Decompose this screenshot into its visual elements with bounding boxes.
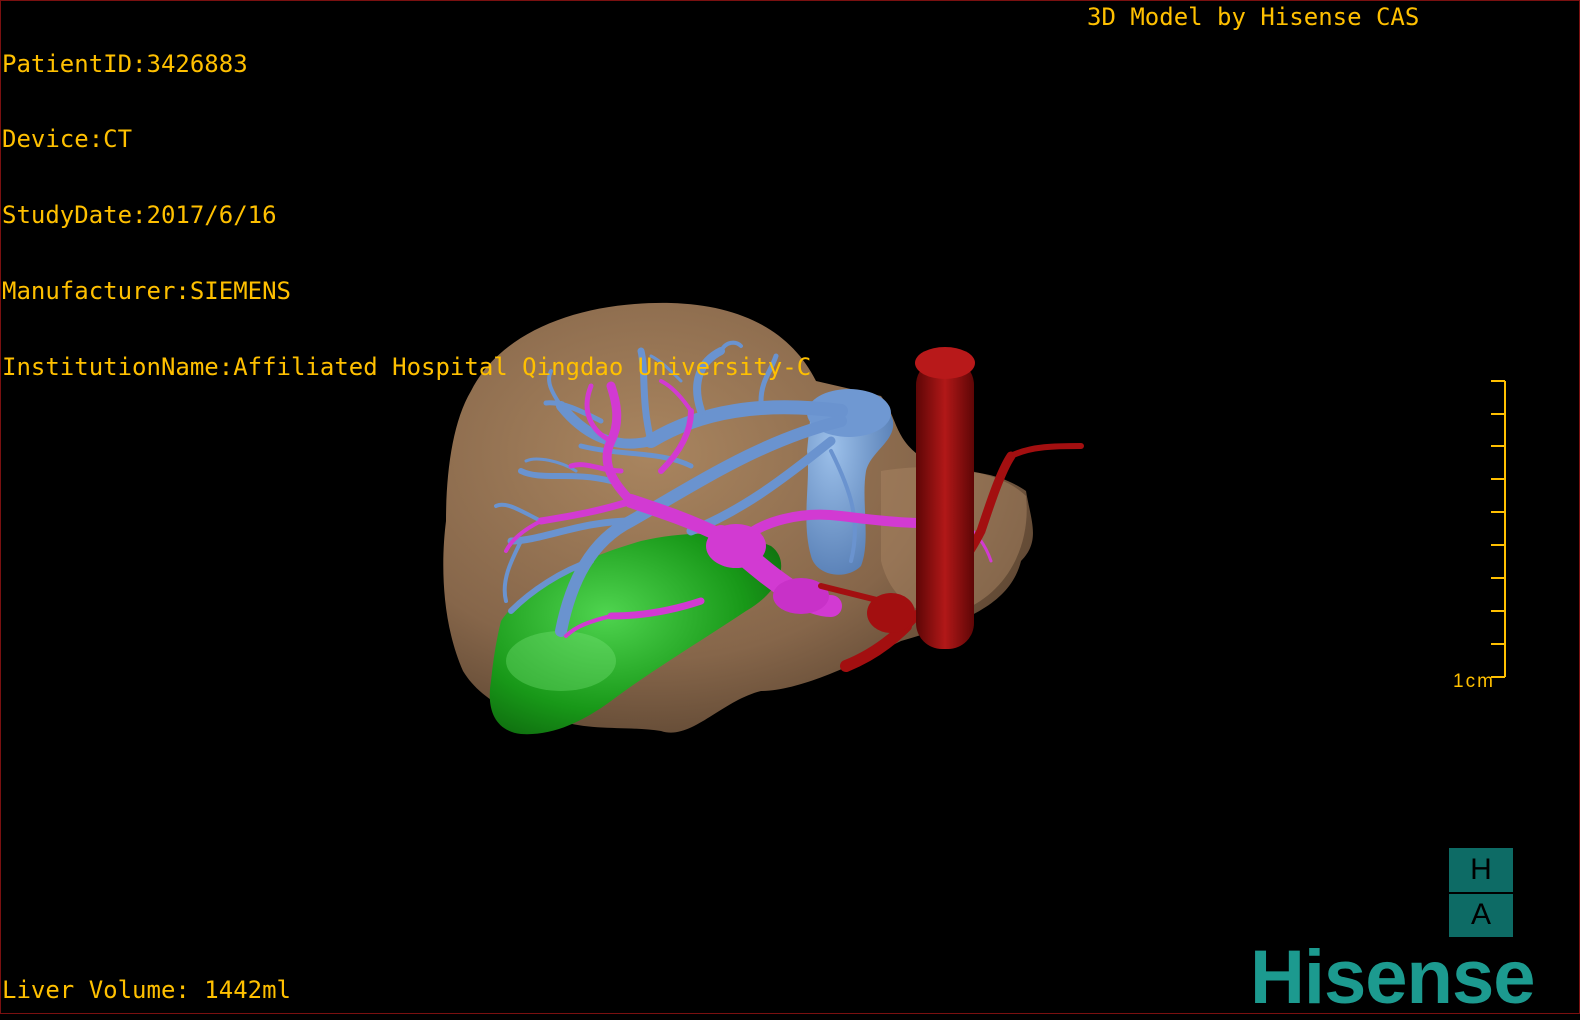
study-date-text: StudyDate:2017/6/16: [2, 201, 277, 230]
aorta-top: [915, 347, 975, 379]
device-text: Device:CT: [2, 125, 133, 154]
aorta-model: [916, 359, 974, 649]
gallbladder-highlight: [506, 631, 616, 691]
ha-logo-icon: H A: [1449, 848, 1513, 937]
portal-confluence: [706, 524, 766, 568]
viewer-window: PatientID:3426883 Device:CT StudyDate:20…: [0, 0, 1580, 1014]
scale-bar-label: 1cm: [1453, 671, 1495, 692]
ha-logo-bottom-letter: A: [1470, 898, 1491, 931]
institution-text: InstitutionName:Affiliated Hospital Qing…: [2, 353, 812, 382]
hisense-logo: Hisense: [1250, 935, 1535, 1014]
liver-volume-text: Liver Volume: 1442ml: [2, 976, 291, 1004]
scale-bar: [1491, 380, 1506, 678]
model-credit-text: 3D Model by Hisense CAS: [1087, 3, 1420, 31]
celiac-node: [867, 593, 915, 633]
dicom-info-overlay: PatientID:3426883 Device:CT StudyDate:20…: [2, 1, 811, 431]
ha-logo-top-letter: H: [1470, 853, 1492, 886]
patient-id-text: PatientID:3426883: [2, 49, 248, 78]
manufacturer-text: Manufacturer:SIEMENS: [2, 277, 291, 306]
